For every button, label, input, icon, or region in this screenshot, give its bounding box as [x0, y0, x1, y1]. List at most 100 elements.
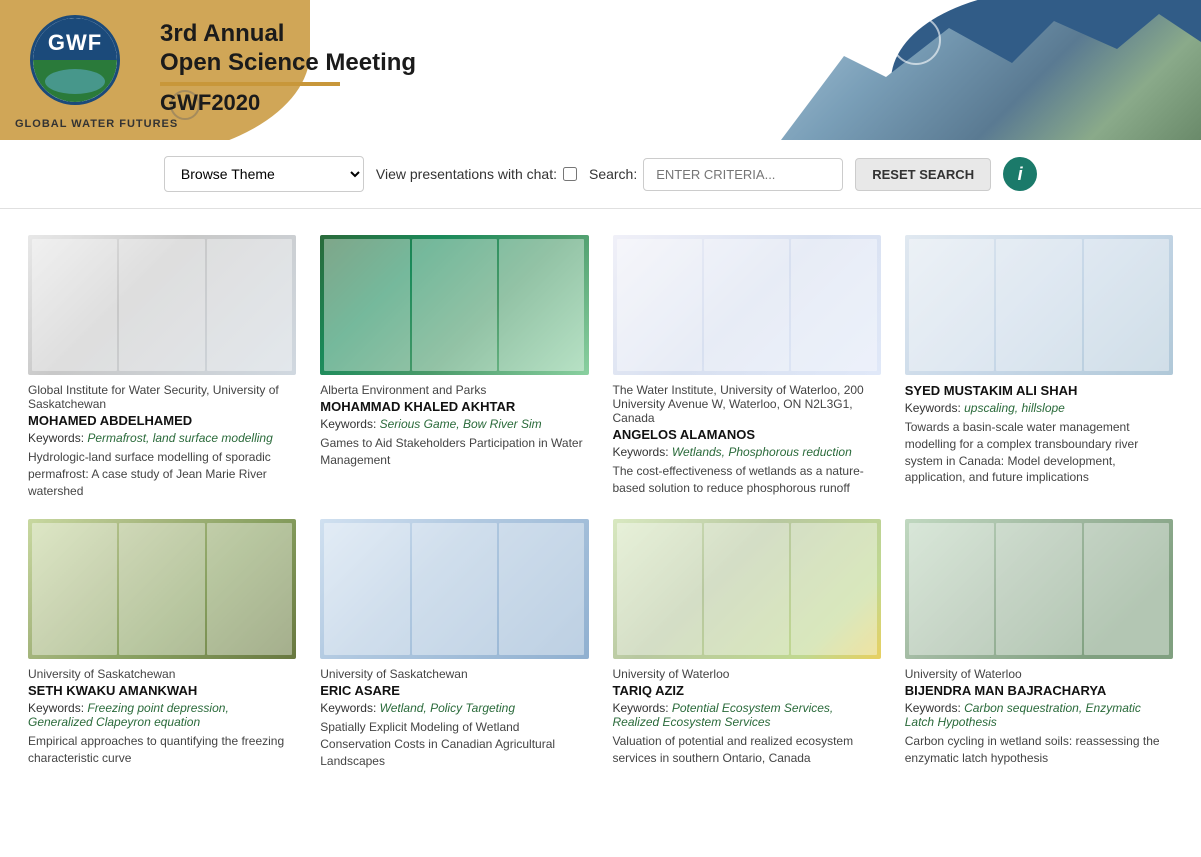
- card-thumbnail: [613, 235, 881, 375]
- presentation-card[interactable]: Alberta Environment and Parks MOHAMMAD K…: [308, 225, 600, 509]
- site-header: GLOBAL WATER FUTURES 3rd Annual Open Sci…: [0, 0, 1201, 140]
- poster-preview: [320, 235, 588, 375]
- card-keywords-values: upscaling, hillslope: [964, 401, 1065, 415]
- presentation-card[interactable]: University of Waterloo BIJENDRA MAN BAJR…: [893, 509, 1185, 779]
- card-org: University of Waterloo: [613, 667, 881, 681]
- presentation-card[interactable]: University of Waterloo TARIQ AZIZ Keywor…: [601, 509, 893, 779]
- card-org: The Water Institute, University of Water…: [613, 383, 881, 425]
- card-author: MOHAMED ABDELHAMED: [28, 413, 296, 428]
- card-org: University of Waterloo: [905, 667, 1173, 681]
- poster-col-2: [996, 523, 1081, 655]
- card-keywords-values: Permafrost, land surface modelling: [87, 431, 272, 445]
- poster-col-3: [791, 239, 876, 371]
- card-keywords: Keywords: Serious Game, Bow River Sim: [320, 417, 588, 431]
- event-title: 3rd Annual Open Science Meeting GWF2020: [160, 20, 416, 116]
- poster-col-2: [119, 523, 204, 655]
- card-thumbnail: [320, 235, 588, 375]
- card-org: University of Saskatchewan: [28, 667, 296, 681]
- card-author: ERIC ASARE: [320, 683, 588, 698]
- poster-col-2: [412, 239, 497, 371]
- poster-col-3: [1084, 239, 1169, 371]
- card-keywords-values: Potential Ecosystem Services, Realized E…: [613, 701, 834, 729]
- poster-col-3: [207, 523, 292, 655]
- card-description: Hydrologic-land surface modelling of spo…: [28, 449, 296, 499]
- poster-col-2: [704, 239, 789, 371]
- poster-preview: [28, 235, 296, 375]
- card-keywords-values: Carbon sequestration, Enzymatic Latch Hy…: [905, 701, 1141, 729]
- browse-theme-select[interactable]: Browse Theme: [164, 156, 364, 192]
- search-section: Search:: [589, 158, 843, 191]
- poster-preview: [613, 519, 881, 659]
- search-label: Search:: [589, 166, 637, 182]
- poster-col-3: [499, 523, 584, 655]
- presentation-card[interactable]: University of Saskatchewan ERIC ASARE Ke…: [308, 509, 600, 779]
- card-description: Empirical approaches to quantifying the …: [28, 733, 296, 767]
- card-keywords-values: Wetland, Policy Targeting: [380, 701, 515, 715]
- chat-label: View presentations with chat:: [376, 166, 557, 182]
- poster-col-2: [704, 523, 789, 655]
- site-logo[interactable]: [30, 15, 120, 105]
- poster-col-1: [324, 523, 409, 655]
- chat-checkbox[interactable]: [563, 167, 577, 181]
- poster-col-1: [324, 239, 409, 371]
- card-author: SYED MUSTAKIM ALI SHAH: [905, 383, 1173, 398]
- toolbar: Browse Theme View presentations with cha…: [0, 140, 1201, 209]
- poster-preview: [905, 519, 1173, 659]
- title-divider: [160, 82, 340, 86]
- poster-col-1: [32, 239, 117, 371]
- card-author: ANGELOS ALAMANOS: [613, 427, 881, 442]
- event-title-line1: 3rd Annual: [160, 20, 416, 49]
- card-thumbnail: [613, 519, 881, 659]
- poster-col-1: [909, 523, 994, 655]
- card-thumbnail: [905, 519, 1173, 659]
- card-keywords: Keywords: Wetlands, Phosphorous reductio…: [613, 445, 881, 459]
- info-button[interactable]: i: [1003, 157, 1037, 191]
- card-description: Games to Aid Stakeholders Participation …: [320, 435, 588, 469]
- card-description: Valuation of potential and realized ecos…: [613, 733, 881, 767]
- card-keywords: Keywords: Potential Ecosystem Services, …: [613, 701, 881, 729]
- presentation-card[interactable]: Global Institute for Water Security, Uni…: [16, 225, 308, 509]
- presentation-card[interactable]: SYED MUSTAKIM ALI SHAH Keywords: upscali…: [893, 225, 1185, 509]
- poster-preview: [320, 519, 588, 659]
- chat-filter: View presentations with chat:: [376, 166, 577, 182]
- logo-inner: [33, 18, 117, 102]
- poster-col-1: [617, 523, 702, 655]
- card-thumbnail: [320, 519, 588, 659]
- card-keywords-values: Freezing point depression, Generalized C…: [28, 701, 229, 729]
- card-thumbnail: [28, 519, 296, 659]
- presentation-card[interactable]: University of Saskatchewan SETH KWAKU AM…: [16, 509, 308, 779]
- card-thumbnail: [28, 235, 296, 375]
- card-author: SETH KWAKU AMANKWAH: [28, 683, 296, 698]
- presentation-grid: Global Institute for Water Security, Uni…: [0, 209, 1201, 796]
- poster-preview: [28, 519, 296, 659]
- event-title-line2: Open Science Meeting: [160, 49, 416, 78]
- card-org: Global Institute for Water Security, Uni…: [28, 383, 296, 411]
- poster-col-1: [909, 239, 994, 371]
- poster-col-3: [791, 523, 876, 655]
- poster-preview: [905, 235, 1173, 375]
- poster-col-1: [617, 239, 702, 371]
- poster-col-3: [499, 239, 584, 371]
- card-keywords-values: Serious Game, Bow River Sim: [380, 417, 542, 431]
- poster-col-3: [207, 239, 292, 371]
- card-keywords: Keywords: Wetland, Policy Targeting: [320, 701, 588, 715]
- card-description: Spatially Explicit Modeling of Wetland C…: [320, 719, 588, 769]
- presentation-card[interactable]: The Water Institute, University of Water…: [601, 225, 893, 509]
- card-description: Carbon cycling in wetland soils: reasses…: [905, 733, 1173, 767]
- card-description: Towards a basin-scale water management m…: [905, 419, 1173, 486]
- event-title-line3: GWF2020: [160, 90, 416, 116]
- card-thumbnail: [905, 235, 1173, 375]
- search-input[interactable]: [643, 158, 843, 191]
- poster-col-3: [1084, 523, 1169, 655]
- card-keywords-values: Wetlands, Phosphorous reduction: [672, 445, 852, 459]
- card-org: University of Saskatchewan: [320, 667, 588, 681]
- card-keywords: Keywords: Freezing point depression, Gen…: [28, 701, 296, 729]
- org-name: GLOBAL WATER FUTURES: [15, 118, 178, 130]
- card-description: The cost-effectiveness of wetlands as a …: [613, 463, 881, 497]
- card-author: TARIQ AZIZ: [613, 683, 881, 698]
- poster-col-2: [412, 523, 497, 655]
- card-author: MOHAMMAD KHALED AKHTAR: [320, 399, 588, 414]
- poster-col-2: [119, 239, 204, 371]
- reset-search-button[interactable]: RESET SEARCH: [855, 158, 991, 191]
- card-keywords: Keywords: upscaling, hillslope: [905, 401, 1173, 415]
